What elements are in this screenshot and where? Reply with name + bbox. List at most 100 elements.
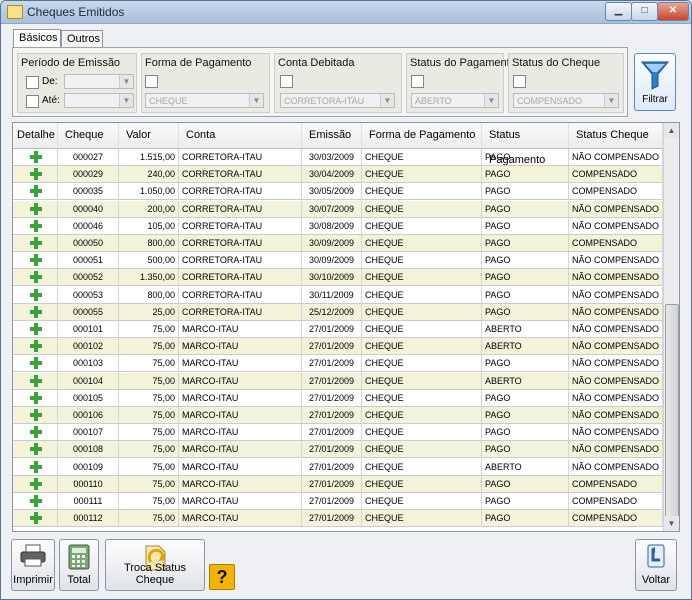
table-cell: CHEQUE — [362, 149, 482, 165]
vertical-scrollbar[interactable]: ▲ ▼ — [663, 123, 679, 531]
table-row[interactable]: 000108 75,00 MARCO-ITAU 27/01/2009 CHEQUE PAG… — [13, 441, 663, 459]
table-cell: 75,00 — [119, 355, 179, 372]
table-row[interactable]: 000027 1.515,00 CORRETORA-ITAU 30/03/2009 CH… — [13, 149, 663, 166]
table-row[interactable]: 000051 500,00 CORRETORA-ITAU 30/09/2009 CHEQ… — [13, 252, 663, 270]
plus-icon[interactable] — [30, 271, 42, 284]
plus-icon[interactable] — [30, 185, 42, 198]
close-button[interactable]: ✕ — [657, 2, 689, 21]
plus-icon[interactable] — [30, 340, 42, 353]
plus-icon[interactable] — [30, 305, 42, 318]
troca-status-button[interactable]: Troca Status Cheque — [105, 539, 205, 591]
plus-icon[interactable] — [30, 357, 42, 370]
table-row[interactable]: 000046 105,00 CORRETORA-ITAU 30/08/2009 CHEQ… — [13, 217, 663, 235]
conta-select[interactable]: CORRETORA-ITAU ▼ — [280, 93, 395, 108]
scroll-thumb[interactable] — [665, 304, 679, 518]
table-cell: 000112 — [58, 510, 119, 527]
table-row[interactable]: 000106 75,00 MARCO-ITAU 27/01/2009 CHEQUE PAG… — [13, 407, 663, 424]
chevron-down-icon: ▼ — [484, 94, 498, 107]
table-row[interactable]: 000029 240,00 CORRETORA-ITAU 30/04/2009 CHEQ… — [13, 166, 663, 184]
plus-icon[interactable] — [30, 426, 42, 439]
table-row[interactable]: 000050 800,00 CORRETORA-ITAU 30/09/2009 CHEQ… — [13, 235, 663, 252]
imprimir-button[interactable]: Imprimir — [11, 539, 55, 591]
plus-icon[interactable] — [30, 460, 42, 473]
de-checkbox[interactable] — [26, 76, 39, 89]
table-row[interactable]: 000035 1.050,00 CORRETORA-ITAU 30/05/2009 CH… — [13, 183, 663, 201]
printer-icon — [20, 544, 46, 567]
plus-icon[interactable] — [30, 323, 42, 335]
status-cheque-label: Status do Cheque — [512, 57, 601, 69]
table-row[interactable]: 000112 75,00 MARCO-ITAU 27/01/2009 CHEQUE PAG… — [13, 510, 663, 528]
table-row[interactable]: 000052 1.350,00 CORRETORA-ITAU 30/10/2009 CH… — [13, 269, 663, 287]
plus-icon[interactable] — [30, 254, 42, 267]
plus-icon[interactable] — [30, 374, 42, 387]
status-cheque-checkbox[interactable] — [513, 75, 526, 88]
table-cell: 000104 — [58, 372, 119, 389]
table-row[interactable]: 000104 75,00 MARCO-ITAU 27/01/2009 CHEQUE ABE… — [13, 372, 663, 390]
maximize-button[interactable]: □ — [631, 2, 658, 21]
table-cell: 000040 — [58, 200, 119, 217]
plus-icon[interactable] — [30, 512, 42, 525]
status-cheque-select-value: COMPENSADO — [517, 96, 583, 106]
plus-icon[interactable] — [30, 477, 42, 490]
plus-icon[interactable] — [30, 237, 42, 249]
de-date-picker[interactable]: ▼ — [64, 74, 134, 89]
status-pagamento-select[interactable]: ABERTO ▼ — [411, 93, 499, 108]
table-row[interactable]: 000055 25,00 CORRETORA-ITAU 25/12/2009 CHEQU… — [13, 303, 663, 321]
tab-basicos[interactable]: Básicos — [13, 29, 61, 47]
plus-icon[interactable] — [30, 409, 42, 421]
column-header[interactable]: Emissão — [302, 123, 362, 148]
table-cell: COMPENSADO — [569, 183, 663, 200]
filtrar-button[interactable]: Filtrar — [634, 53, 676, 111]
table-row[interactable]: 000103 75,00 MARCO-ITAU 27/01/2009 CHEQUE PAG… — [13, 355, 663, 373]
table-cell: ABERTO — [482, 372, 569, 389]
plus-icon[interactable] — [30, 202, 42, 215]
column-header[interactable]: Detalhe — [13, 123, 58, 148]
tab-outros[interactable]: Outros — [61, 30, 103, 47]
plus-icon[interactable] — [30, 151, 42, 163]
table-row[interactable]: 000101 75,00 MARCO-ITAU 27/01/2009 CHEQUE ABE… — [13, 321, 663, 338]
filtrar-label: Filtrar — [642, 94, 668, 105]
table-row[interactable]: 000109 75,00 MARCO-ITAU 27/01/2009 CHEQUE ABE… — [13, 458, 663, 476]
table-row[interactable]: 000040 200,00 CORRETORA-ITAU 30/07/2009 CHEQ… — [13, 200, 663, 218]
forma-checkbox[interactable] — [145, 75, 158, 88]
table-row[interactable]: 000107 75,00 MARCO-ITAU 27/01/2009 CHEQUE PAG… — [13, 424, 663, 442]
table-cell: 27/01/2009 — [302, 407, 362, 423]
voltar-button[interactable]: Voltar — [635, 539, 677, 591]
status-pagamento-checkbox[interactable] — [411, 75, 424, 88]
scroll-down-icon[interactable]: ▼ — [664, 516, 679, 531]
table-cell: CORRETORA-ITAU — [179, 252, 302, 269]
plus-icon[interactable] — [30, 495, 42, 507]
table-row[interactable]: 000102 75,00 MARCO-ITAU 27/01/2009 CHEQUE ABE… — [13, 338, 663, 356]
conta-checkbox[interactable] — [280, 75, 293, 88]
table-cell: CORRETORA-ITAU — [179, 166, 302, 183]
detalhe-cell — [13, 458, 58, 475]
minimize-button[interactable]: ▁ — [605, 2, 632, 21]
plus-icon[interactable] — [30, 288, 42, 301]
detalhe-cell — [13, 372, 58, 389]
column-header[interactable]: Forma de Pagamento — [362, 123, 482, 148]
table-row[interactable]: 000105 75,00 MARCO-ITAU 27/01/2009 CHEQUE PAG… — [13, 389, 663, 407]
scroll-up-icon[interactable]: ▲ — [664, 123, 679, 138]
status-cheque-select[interactable]: COMPENSADO ▼ — [513, 93, 619, 108]
plus-icon[interactable] — [30, 168, 42, 181]
plus-icon[interactable] — [30, 391, 42, 404]
column-header[interactable]: Valor — [119, 123, 179, 148]
plus-icon[interactable] — [30, 219, 42, 232]
table-row[interactable]: 000111 75,00 MARCO-ITAU 27/01/2009 CHEQUE PAG… — [13, 493, 663, 510]
ate-date-picker[interactable]: ▼ — [64, 93, 134, 108]
table-row[interactable]: 000053 800,00 CORRETORA-ITAU 30/11/2009 CHEQ… — [13, 286, 663, 304]
table-row[interactable]: 000110 75,00 MARCO-ITAU 27/01/2009 CHEQUE PAG… — [13, 475, 663, 493]
total-button[interactable]: Total — [59, 539, 99, 591]
help-icon[interactable]: ? — [209, 564, 235, 590]
table-cell: CORRETORA-ITAU — [179, 303, 302, 320]
column-header[interactable]: Conta — [179, 123, 302, 148]
column-header[interactable]: Status Pagamento — [482, 123, 569, 166]
ate-checkbox[interactable] — [26, 95, 39, 108]
forma-select[interactable]: CHEQUE ▼ — [145, 93, 264, 108]
back-arrow-icon — [647, 544, 665, 568]
column-header[interactable]: Cheque — [58, 123, 119, 148]
column-header[interactable]: Status Cheque — [569, 123, 663, 148]
table-cell: 27/01/2009 — [302, 338, 362, 355]
detalhe-cell — [13, 338, 58, 355]
plus-icon[interactable] — [30, 443, 42, 456]
